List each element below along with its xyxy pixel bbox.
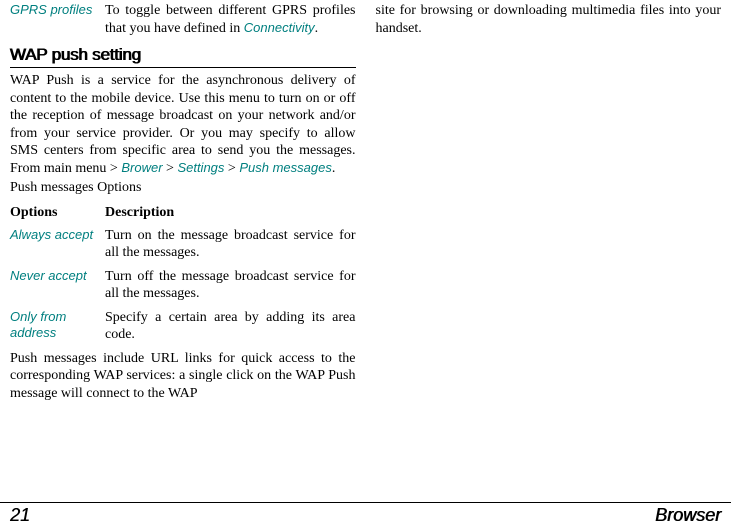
right-continuation: site for browsing or downloading multime… bbox=[376, 2, 722, 37]
wap-push-heading: WAP push setting bbox=[10, 45, 356, 68]
para-mid1: > bbox=[163, 161, 178, 176]
brower-link[interactable]: Brower bbox=[121, 160, 162, 175]
options-table-header: Options Description bbox=[10, 205, 356, 221]
wap-push-paragraph: WAP Push is a service for the asynchrono… bbox=[10, 72, 356, 177]
gprs-profiles-label: GPRS profiles bbox=[10, 2, 105, 37]
table-row: Never accept Turn off the message broadc… bbox=[10, 268, 356, 303]
page-number: 21 bbox=[10, 505, 30, 526]
gprs-profiles-desc: To toggle between different GPRS profile… bbox=[105, 2, 356, 37]
right-column: site for browsing or downloading multime… bbox=[366, 2, 731, 502]
gprs-desc-post: . bbox=[315, 21, 319, 36]
always-accept-label: Always accept bbox=[10, 227, 105, 262]
connectivity-link[interactable]: Connectivity bbox=[244, 20, 315, 35]
always-accept-desc: Turn on the message broadcast service fo… bbox=[105, 227, 356, 262]
settings-link[interactable]: Settings bbox=[177, 160, 224, 175]
description-col-header: Description bbox=[105, 205, 174, 221]
push-tail-paragraph: Push messages include URL links for quic… bbox=[10, 350, 356, 403]
gprs-profiles-row: GPRS profiles To toggle between differen… bbox=[10, 2, 356, 37]
only-from-address-desc: Specify a certain area by adding its are… bbox=[105, 309, 356, 344]
left-column: GPRS profiles To toggle between differen… bbox=[0, 2, 366, 502]
push-options-subhead: Push messages Options bbox=[10, 179, 356, 197]
table-row: Only from address Specify a certain area… bbox=[10, 309, 356, 344]
only-from-address-label: Only from address bbox=[10, 309, 105, 344]
never-accept-desc: Turn off the message broadcast service f… bbox=[105, 268, 356, 303]
para-mid2: > bbox=[224, 161, 239, 176]
para-post: . bbox=[332, 161, 336, 176]
page-footer: 21 Browser bbox=[0, 502, 731, 530]
options-col-header: Options bbox=[10, 205, 105, 221]
footer-title: Browser bbox=[655, 505, 721, 526]
push-messages-link[interactable]: Push messages bbox=[239, 160, 332, 175]
never-accept-label: Never accept bbox=[10, 268, 105, 303]
table-row: Always accept Turn on the message broadc… bbox=[10, 227, 356, 262]
